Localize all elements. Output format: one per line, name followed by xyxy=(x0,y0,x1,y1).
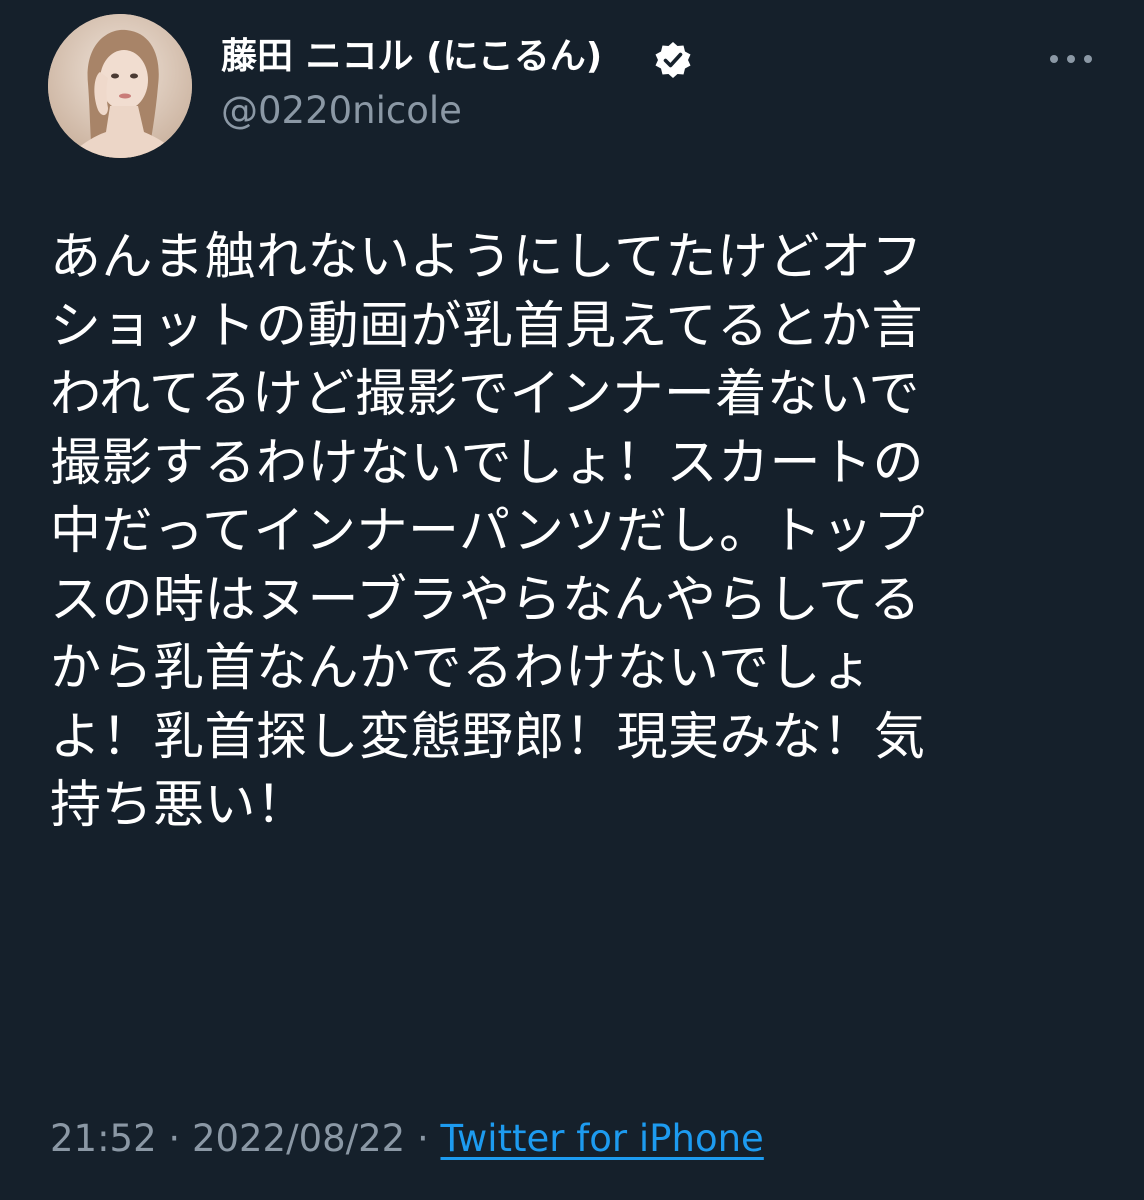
more-options-icon xyxy=(1084,55,1092,63)
tweet-text-line: あんま触れないようにしてたけどオフ xyxy=(50,228,923,287)
tweet-text-line: 撮影するわけないでしょ！スカートの xyxy=(50,433,924,493)
tweet-source-link[interactable]: Twitter for iPhone xyxy=(441,1117,764,1160)
tweet-text-line: から乳首なんかでるわけないでしょ xyxy=(50,639,873,698)
more-options-icon xyxy=(1067,55,1075,63)
meta-separator: · xyxy=(405,1117,441,1160)
tweet-text-line: 中だってインナーパンツだし。トップ xyxy=(50,502,925,561)
tweet-text-line: われてるけど撮影でインナー着ないで xyxy=(50,365,920,424)
more-options-button[interactable] xyxy=(1046,42,1096,76)
verified-badge-icon xyxy=(655,42,691,78)
author-display-name[interactable]: 藤田 ニコル (にこるん) xyxy=(221,34,602,80)
tweet-text-line: スの時はヌーブラやらなんやらしてる xyxy=(50,570,921,630)
tweet-text-line: ショットの動画が乳首見えてるとか言 xyxy=(50,296,923,356)
tweet-body: あんま触れないようにしてたけどオフ ショットの動画が乳首見えてるとか言 われてる… xyxy=(50,224,1090,841)
tweet-time[interactable]: 21:52 xyxy=(50,1117,157,1160)
more-options-icon xyxy=(1050,55,1058,63)
tweet-container: 藤田 ニコル (にこるん) @0220nicole あんま触れないようにしてたけ… xyxy=(0,0,1144,1200)
meta-separator: · xyxy=(156,1117,192,1160)
tweet-text-line: 持ち悪い！ xyxy=(50,776,308,835)
author-handle[interactable]: @0220nicole xyxy=(221,88,462,134)
tweet-metadata: 21:52 · 2022/08/22 · Twitter for iPhone xyxy=(50,1114,764,1164)
avatar-image xyxy=(48,14,192,158)
tweet-text-line: よ！乳首探し変態野郎！現実みな！気 xyxy=(50,707,926,767)
author-avatar[interactable] xyxy=(48,14,192,158)
tweet-date[interactable]: 2022/08/22 xyxy=(192,1117,405,1160)
